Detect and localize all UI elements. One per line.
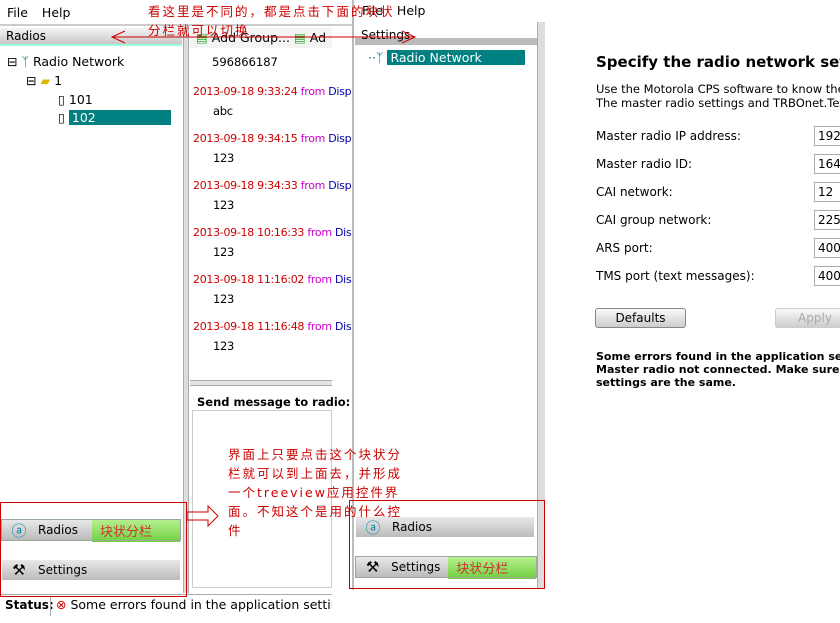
highlight-box-left xyxy=(0,502,187,597)
arrow-right xyxy=(186,504,219,528)
annotation-overlay xyxy=(0,30,545,597)
annotation-middle: 界面上只要点击这个块状分栏就可以到上面去，并形成一个treeview应用控件界面… xyxy=(228,447,403,538)
double-arrow xyxy=(110,30,417,44)
